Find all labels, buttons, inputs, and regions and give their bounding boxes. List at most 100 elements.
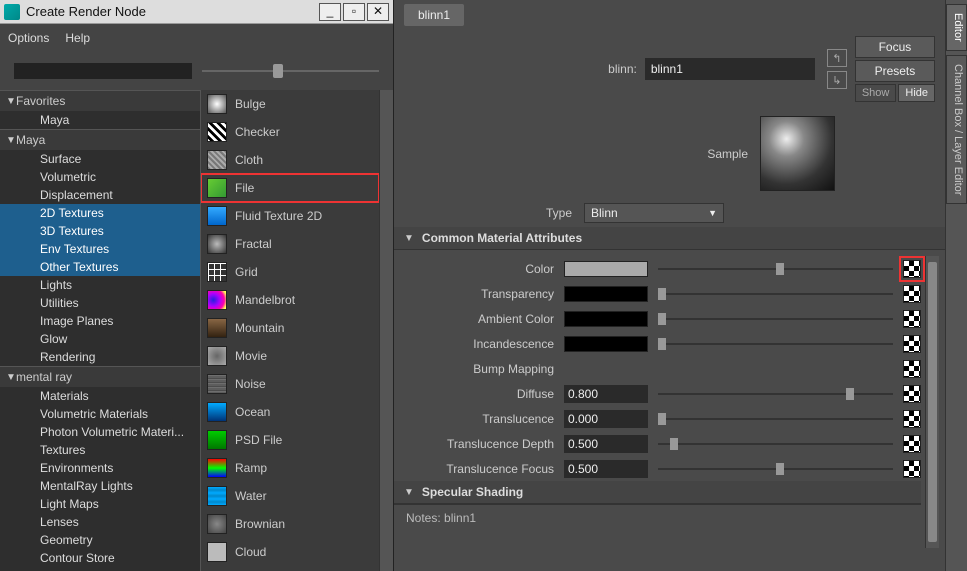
cat-utilities[interactable]: Utilities: [0, 294, 200, 312]
cat-fav-maya[interactable]: Maya: [0, 111, 200, 129]
side-tab-editor[interactable]: Editor: [946, 4, 967, 51]
node-ocean[interactable]: Ocean: [201, 398, 379, 426]
node-fluid-2d[interactable]: Fluid Texture 2D: [201, 202, 379, 230]
menu-help[interactable]: Help: [65, 31, 90, 45]
node-name-input[interactable]: [645, 58, 815, 80]
mountain-icon: [207, 318, 227, 338]
cat-mr-contour-contrast[interactable]: Contour Contrast: [0, 567, 200, 571]
attr-incandescence: Incandescence: [394, 331, 921, 356]
node-file[interactable]: File: [201, 174, 379, 202]
close-button[interactable]: ✕: [367, 3, 389, 21]
cat-mr-lights[interactable]: MentalRay Lights: [0, 477, 200, 495]
slider-thumb[interactable]: [273, 64, 283, 78]
node-scrollbar[interactable]: [379, 90, 393, 571]
maximize-button[interactable]: ▫: [343, 3, 365, 21]
ramp-icon: [207, 458, 227, 478]
cat-mr-geometry[interactable]: Geometry: [0, 531, 200, 549]
cat-image-planes[interactable]: Image Planes: [0, 312, 200, 330]
show-toggle[interactable]: Show: [855, 84, 897, 102]
incandescence-map-button[interactable]: [903, 335, 921, 353]
cat-rendering[interactable]: Rendering: [0, 348, 200, 366]
cat-3d-textures[interactable]: 3D Textures: [0, 222, 200, 240]
cat-mr-textures[interactable]: Textures: [0, 441, 200, 459]
attr-diffuse: Diffuse: [394, 381, 921, 406]
filter-field[interactable]: [14, 63, 192, 79]
cat-volumetric[interactable]: Volumetric: [0, 168, 200, 186]
node-water[interactable]: Water: [201, 482, 379, 510]
diffuse-slider[interactable]: [658, 393, 893, 395]
translucence-depth-map-button[interactable]: [903, 435, 921, 453]
cat-mentalray[interactable]: ▼mental ray: [0, 366, 200, 387]
hide-toggle[interactable]: Hide: [898, 84, 935, 102]
cat-mr-environments[interactable]: Environments: [0, 459, 200, 477]
go-upstream-icon[interactable]: ↰: [827, 49, 847, 67]
node-mandelbrot[interactable]: Mandelbrot: [201, 286, 379, 314]
incandescence-slider[interactable]: [658, 343, 893, 345]
ambient-slider[interactable]: [658, 318, 893, 320]
transparency-map-button[interactable]: [903, 285, 921, 303]
cat-lights[interactable]: Lights: [0, 276, 200, 294]
node-bulge[interactable]: Bulge: [201, 90, 379, 118]
node-cloth[interactable]: Cloth: [201, 146, 379, 174]
node-noise[interactable]: Noise: [201, 370, 379, 398]
menu-options[interactable]: Options: [8, 31, 49, 45]
cat-mr-photon-vol[interactable]: Photon Volumetric Materi...: [0, 423, 200, 441]
translucence-field[interactable]: [564, 410, 648, 428]
filter-slider[interactable]: [202, 70, 380, 72]
cat-mr-lenses[interactable]: Lenses: [0, 513, 200, 531]
side-tab-channel-box[interactable]: Channel Box / Layer Editor: [946, 55, 967, 204]
color-swatch[interactable]: [564, 261, 648, 277]
section-specular[interactable]: ▼ Specular Shading: [394, 481, 921, 504]
ambient-swatch[interactable]: [564, 311, 648, 327]
translucence-slider[interactable]: [658, 418, 893, 420]
material-sample-swatch[interactable]: [760, 116, 835, 191]
color-map-button[interactable]: [903, 260, 921, 278]
node-checker[interactable]: Checker: [201, 118, 379, 146]
cat-other-textures[interactable]: Other Textures: [0, 258, 200, 276]
ambient-map-button[interactable]: [903, 310, 921, 328]
transparency-swatch[interactable]: [564, 286, 648, 302]
node-cloud[interactable]: Cloud: [201, 538, 379, 566]
node-movie[interactable]: Movie: [201, 342, 379, 370]
go-downstream-icon[interactable]: ↳: [827, 71, 847, 89]
node-brownian[interactable]: Brownian: [201, 510, 379, 538]
transparency-slider[interactable]: [658, 293, 893, 295]
cat-maya[interactable]: ▼Maya: [0, 129, 200, 150]
node-grid[interactable]: Grid: [201, 258, 379, 286]
cat-mr-vol-materials[interactable]: Volumetric Materials: [0, 405, 200, 423]
color-slider[interactable]: [658, 268, 893, 270]
translucence-focus-slider[interactable]: [658, 468, 893, 470]
translucence-depth-field[interactable]: [564, 435, 648, 453]
section-common-material[interactable]: ▼ Common Material Attributes: [394, 227, 945, 250]
bump-map-button[interactable]: [903, 360, 921, 378]
maya-app-icon: [4, 4, 20, 20]
translucence-depth-slider[interactable]: [658, 443, 893, 445]
cat-favorites[interactable]: ▼Favorites: [0, 90, 200, 111]
cat-mr-lightmaps[interactable]: Light Maps: [0, 495, 200, 513]
cat-mr-materials[interactable]: Materials: [0, 387, 200, 405]
translucence-focus-map-button[interactable]: [903, 460, 921, 478]
cat-env-textures[interactable]: Env Textures: [0, 240, 200, 258]
create-render-node-dialog: Create Render Node _ ▫ ✕ Options Help ▼F…: [0, 0, 394, 571]
node-psd[interactable]: PSD File: [201, 426, 379, 454]
attr-scrollbar[interactable]: [925, 256, 939, 548]
cat-glow[interactable]: Glow: [0, 330, 200, 348]
presets-button[interactable]: Presets: [855, 60, 935, 82]
node-fractal[interactable]: Fractal: [201, 230, 379, 258]
node-ramp[interactable]: Ramp: [201, 454, 379, 482]
translucence-focus-field[interactable]: [564, 460, 648, 478]
tab-blinn1[interactable]: blinn1: [404, 4, 464, 26]
translucence-map-button[interactable]: [903, 410, 921, 428]
cat-surface[interactable]: Surface: [0, 150, 200, 168]
cat-mr-contour-store[interactable]: Contour Store: [0, 549, 200, 567]
node-mountain[interactable]: Mountain: [201, 314, 379, 342]
sample-label: Sample: [707, 147, 748, 161]
type-dropdown[interactable]: Blinn ▼: [584, 203, 724, 223]
diffuse-field[interactable]: [564, 385, 648, 403]
focus-button[interactable]: Focus: [855, 36, 935, 58]
incandescence-swatch[interactable]: [564, 336, 648, 352]
cat-2d-textures[interactable]: 2D Textures: [0, 204, 200, 222]
diffuse-map-button[interactable]: [903, 385, 921, 403]
minimize-button[interactable]: _: [319, 3, 341, 21]
cat-displacement[interactable]: Displacement: [0, 186, 200, 204]
